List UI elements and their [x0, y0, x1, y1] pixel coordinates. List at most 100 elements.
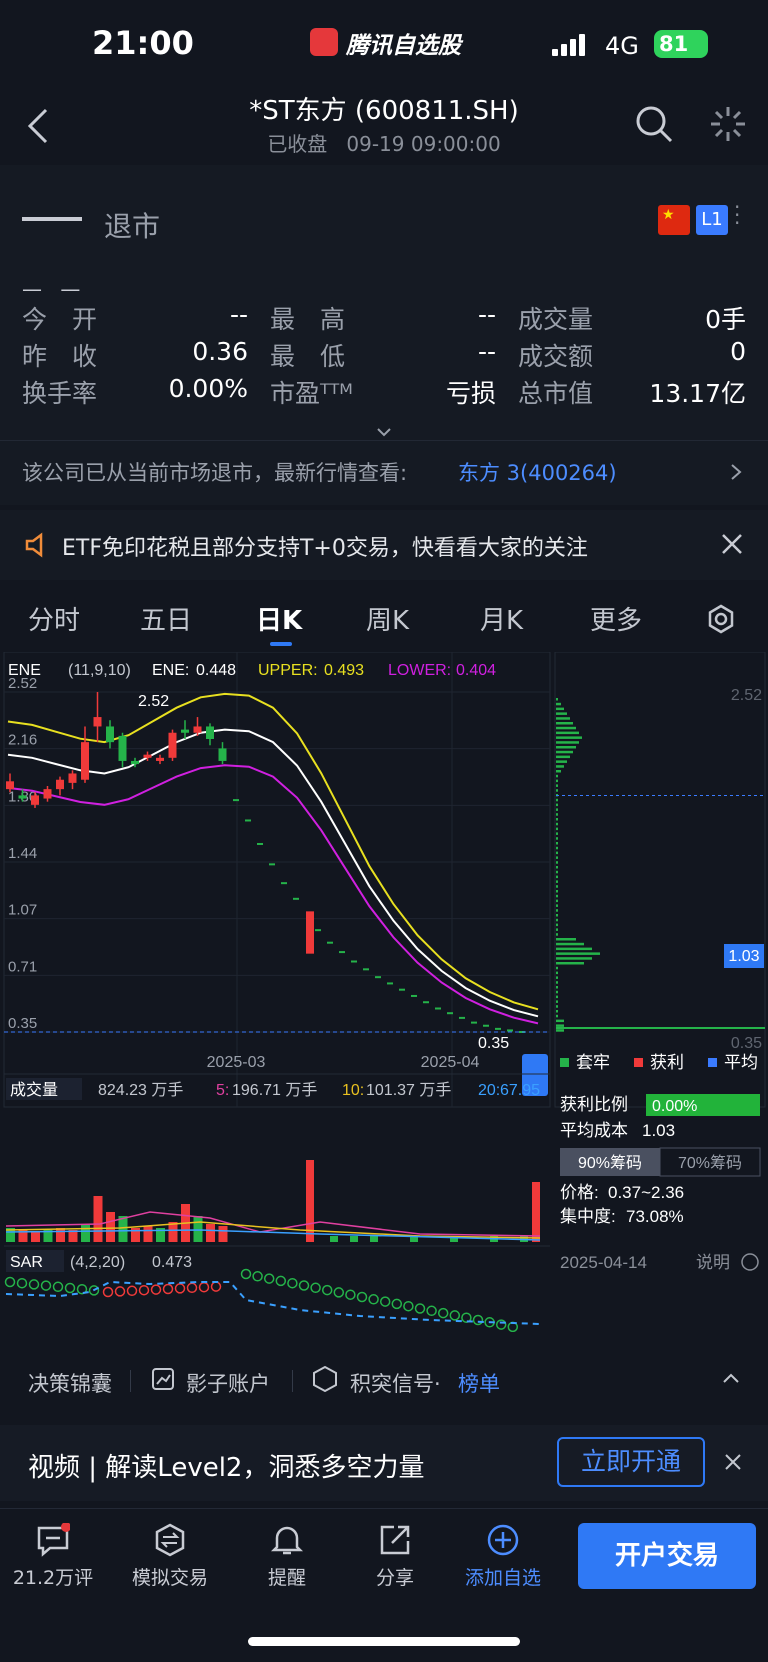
sar-value: 0.473: [152, 1254, 192, 1271]
chip-bar: [556, 870, 558, 874]
alert-button[interactable]: 提醒: [242, 1523, 332, 1590]
chip-bar: [556, 818, 558, 821]
comments-button[interactable]: 21.2万评: [8, 1523, 98, 1590]
add-watchlist-label: 添加自选: [464, 1567, 541, 1589]
tool-rank[interactable]: 榜单: [458, 1368, 500, 1398]
sar-dot: [4, 1276, 16, 1288]
tab-underline: [270, 642, 292, 646]
home-indicator[interactable]: [248, 1637, 520, 1646]
tool-decision[interactable]: 决策锦囊: [28, 1368, 112, 1398]
chip-bottom: 0.35: [731, 1035, 762, 1052]
level-badge[interactable]: L1: [696, 205, 728, 235]
more-icon[interactable]: · · ·: [734, 197, 740, 233]
legend-label: 套牢: [576, 1053, 610, 1072]
quote-value: --: [477, 300, 496, 329]
sar-dot: [102, 1286, 114, 1298]
notice-link[interactable]: 东方 3(400264): [458, 457, 617, 487]
ma10-value: 101.37 万手: [366, 1081, 451, 1099]
chip-bar: [556, 990, 558, 994]
tab-2[interactable]: 日K: [256, 600, 302, 637]
conc-value: 73.08%: [626, 1207, 684, 1226]
open-account-button[interactable]: 开户交易: [578, 1523, 756, 1589]
clock: 21:00: [92, 24, 194, 62]
notice-text: 该公司已从当前市场退市，最新行情查看:: [22, 461, 408, 485]
add-watchlist-button[interactable]: 添加自选: [458, 1523, 548, 1590]
chip-bar: [556, 765, 564, 768]
tab-1[interactable]: 五日: [140, 600, 192, 637]
sar-dot: [345, 1289, 356, 1300]
quote-key: 最 高: [270, 305, 346, 334]
bottom-nav: 21.2万评 模拟交易 提醒 分享 添加自选 开户交易: [0, 1508, 768, 1662]
vol-bar: [93, 1196, 103, 1242]
chart-svg[interactable]: 2.522.161.801.441.070.710.35ENE(11,9,10)…: [0, 652, 768, 1332]
avg-label: 平均成本: [560, 1121, 628, 1140]
quote-key: 换手率: [22, 379, 98, 408]
ad-banner[interactable]: ETF免印花税且部分支持T+0交易，快看看大家的关注: [0, 510, 768, 580]
explain-label: 说明: [696, 1253, 730, 1272]
promo-bar: 视频 | 解读Level2，洞悉多空力量 立即开通: [0, 1425, 768, 1501]
sar-dot: [426, 1305, 437, 1317]
kline-chart[interactable]: 2.522.161.801.441.070.710.35ENE(11,9,10)…: [0, 652, 768, 1332]
open-button[interactable]: 立即开通: [557, 1437, 705, 1487]
info-icon[interactable]: [741, 1253, 759, 1271]
tool-shadow[interactable]: 影子账户: [186, 1368, 270, 1398]
sar-dot: [114, 1286, 126, 1297]
sar-dot: [28, 1279, 40, 1290]
chip-bar: [556, 1010, 558, 1013]
chip-bar: [556, 760, 567, 763]
chip-bar: [556, 904, 558, 907]
sar-dot: [298, 1280, 310, 1291]
ad-text: ETF免印花税且部分支持T+0交易，快看看大家的关注: [62, 536, 588, 561]
main-frame: [3, 652, 551, 1108]
y-tick: 0.35: [8, 1015, 37, 1032]
legend-swatch: [708, 1058, 717, 1067]
chip-bar: [556, 702, 561, 706]
chip-bar: [556, 774, 558, 778]
candle-body: [106, 726, 114, 743]
tool-signal[interactable]: 积突信号·: [350, 1368, 441, 1398]
chip-bar: [556, 832, 558, 835]
tab-0[interactable]: 分时: [28, 600, 80, 637]
ma5-value: 196.71 万手: [232, 1081, 317, 1099]
chip-bar: [556, 1019, 564, 1023]
loading-icon[interactable]: [708, 104, 748, 144]
chevron-down-icon[interactable]: [376, 427, 392, 437]
search-icon[interactable]: [634, 104, 674, 144]
share-button[interactable]: 分享: [350, 1523, 440, 1590]
sim-trade-button[interactable]: 模拟交易: [125, 1523, 215, 1590]
quote-value: 0手: [705, 305, 746, 334]
sar-dot: [403, 1300, 414, 1312]
chip-bar: [556, 803, 558, 807]
chart-icon: [152, 1368, 174, 1390]
close-icon[interactable]: [724, 1453, 742, 1471]
quote-value: --: [477, 337, 496, 366]
candle-body: [131, 760, 139, 765]
close-icon[interactable]: [720, 532, 744, 556]
sar-dot: [138, 1284, 150, 1296]
ma20-value: 67.95: [500, 1082, 540, 1099]
signal-icon: [552, 34, 592, 56]
sar-dot: [437, 1307, 449, 1319]
profit-label: 获利比例: [560, 1095, 628, 1114]
tab-3[interactable]: 周K: [366, 600, 409, 637]
tab-4[interactable]: 月K: [480, 600, 523, 637]
sar-dot: [333, 1287, 345, 1298]
chevron-up-icon[interactable]: [722, 1372, 740, 1384]
legend-swatch: [634, 1058, 643, 1067]
change-placeholder: — —: [22, 277, 87, 301]
quote-key: 成交量: [518, 305, 594, 334]
quote-value: 13.17亿: [649, 379, 746, 408]
settings-icon[interactable]: [706, 604, 736, 634]
chip-bar: [556, 976, 558, 979]
sar-dot: [198, 1281, 210, 1293]
chip-bar: [556, 851, 558, 855]
sar-dot: [174, 1283, 186, 1294]
chip-bar: [556, 861, 558, 864]
ma5-label: 5:: [216, 1082, 229, 1099]
sar-dot: [414, 1303, 426, 1314]
delist-notice[interactable]: 该公司已从当前市场退市，最新行情查看: 东方 3(400264): [0, 440, 768, 500]
chip-bar: [556, 981, 558, 984]
tab-5[interactable]: 更多: [590, 600, 642, 637]
sar-dot: [210, 1281, 222, 1292]
share-icon: [380, 1525, 410, 1555]
